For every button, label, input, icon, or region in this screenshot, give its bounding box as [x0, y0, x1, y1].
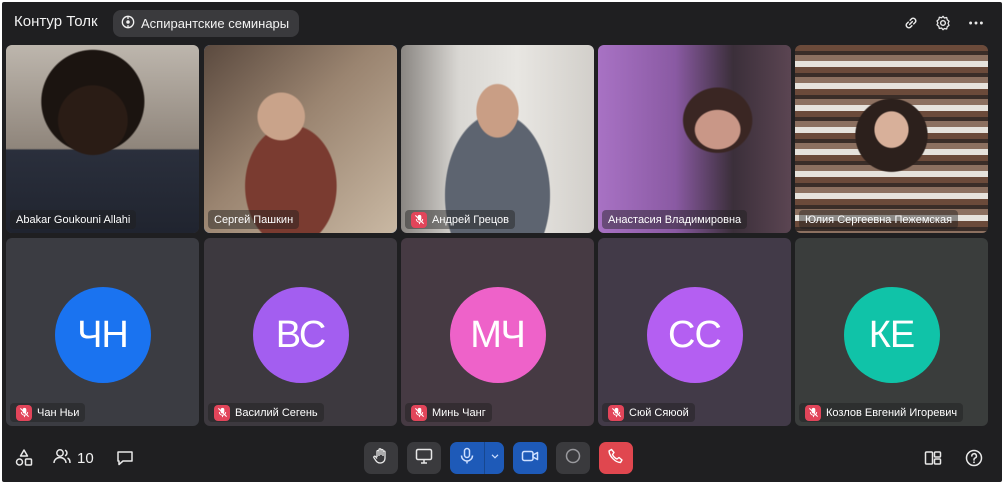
participant-tile-active-speaker[interactable]: Сергей Пашкин — [204, 45, 397, 233]
microphone-button[interactable] — [450, 442, 484, 474]
gear-icon[interactable] — [933, 13, 953, 33]
people-icon — [52, 446, 72, 471]
participant-name-label: Сергей Пашкин — [208, 210, 300, 229]
call-toolbar: 10 — [2, 434, 1002, 482]
shapes-icon[interactable] — [12, 442, 36, 474]
microphone-icon — [457, 446, 477, 471]
participant-video — [204, 45, 397, 233]
mic-muted-icon — [214, 404, 230, 421]
participant-name-label: Abakar Goukouni Allahi — [10, 210, 137, 229]
participant-tile[interactable]: ЧН Чан Ньи — [6, 238, 199, 426]
layout-icon[interactable] — [921, 442, 945, 474]
participant-video — [6, 45, 199, 233]
participant-avatar: СС — [646, 287, 743, 383]
more-icon[interactable] — [966, 13, 986, 33]
meeting-icon — [121, 15, 135, 32]
participants-button[interactable]: 10 — [52, 442, 100, 474]
help-icon[interactable] — [962, 442, 986, 474]
meeting-name-chip[interactable]: Аспирантские семинары — [113, 10, 300, 37]
participant-video — [795, 45, 988, 233]
record-button[interactable] — [556, 442, 590, 474]
participant-name-label: Анастасия Владимировна — [602, 210, 748, 229]
chevron-down-icon — [489, 449, 501, 467]
participant-video — [401, 45, 594, 233]
participant-name-label: Андрей Грецов — [405, 210, 515, 229]
participants-count: 10 — [77, 449, 94, 467]
participant-name-label: Минь Чанг — [405, 403, 492, 422]
participant-tile[interactable]: Abakar Goukouni Allahi — [6, 45, 199, 233]
camera-icon — [520, 446, 540, 471]
participant-tile[interactable]: Андрей Грецов — [401, 45, 594, 233]
record-icon — [563, 446, 583, 471]
participant-tile[interactable]: Юлия Сергеевна Пежемская — [795, 45, 988, 233]
participant-avatar: МЧ — [449, 287, 546, 383]
header: Контур Толк Аспирантские семинары — [2, 2, 1002, 44]
participant-avatar: ВС — [252, 287, 349, 383]
hang-up-icon — [606, 446, 626, 471]
camera-button[interactable] — [513, 442, 547, 474]
participant-tile[interactable]: КЕ Козлов Евгений Игоревич — [795, 238, 988, 426]
participant-avatar: ЧН — [54, 287, 151, 383]
mic-muted-icon — [411, 211, 427, 228]
participant-name-label: Козлов Евгений Игоревич — [799, 403, 964, 422]
participant-tile[interactable]: МЧ Минь Чанг — [401, 238, 594, 426]
chat-icon[interactable] — [113, 442, 137, 474]
participant-tile[interactable]: СС Сюй Сяюой — [598, 238, 791, 426]
mic-muted-icon — [608, 404, 624, 421]
leave-call-button[interactable] — [599, 442, 633, 474]
raise-hand-button[interactable] — [364, 442, 398, 474]
participant-name-label: Чан Ньи — [10, 403, 86, 422]
screen-share-button[interactable] — [407, 442, 441, 474]
participant-name-label: Сюй Сяюой — [602, 403, 695, 422]
microphone-options-button[interactable] — [484, 442, 504, 474]
participant-name-label: Василий Сегень — [208, 403, 324, 422]
mic-muted-icon — [16, 404, 32, 421]
hand-icon — [371, 446, 391, 471]
monitor-icon — [414, 446, 434, 471]
participant-avatar: КЕ — [843, 287, 940, 383]
participant-video — [598, 45, 791, 233]
participant-tile[interactable]: ВС Василий Сегень — [204, 238, 397, 426]
participant-name-label: Юлия Сергеевна Пежемская — [799, 210, 959, 229]
mic-muted-icon — [805, 404, 821, 421]
conference-window: Контур Толк Аспирантские семинары Abakar… — [2, 2, 1002, 482]
meeting-name: Аспирантские семинары — [141, 16, 290, 31]
link-icon[interactable] — [901, 13, 921, 33]
participant-tile[interactable]: Анастасия Владимировна — [598, 45, 791, 233]
mic-muted-icon — [411, 404, 427, 421]
app-title: Контур Толк — [14, 13, 98, 30]
